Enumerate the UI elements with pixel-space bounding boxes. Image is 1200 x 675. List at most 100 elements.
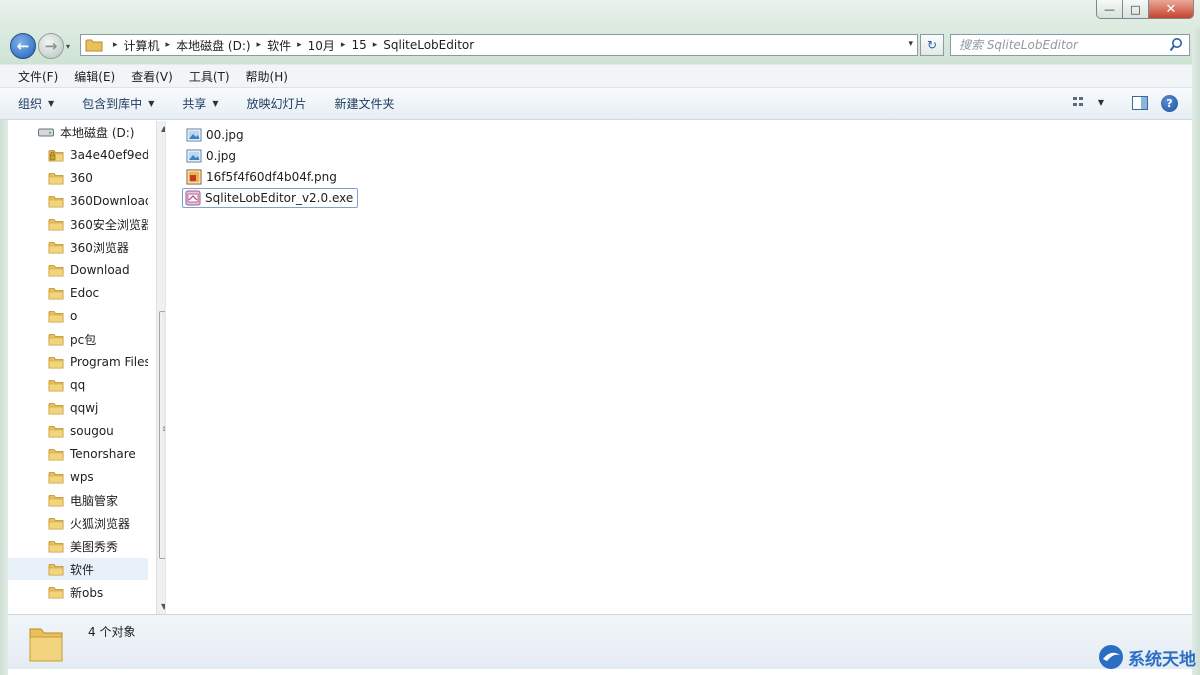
item-count: 4 个对象 (88, 625, 136, 639)
nav-item-folder[interactable]: 360Download (8, 190, 148, 212)
share-button[interactable]: 共享 ▼ (182, 95, 218, 112)
address-bar[interactable]: ▸ 计算机 ▸ 本地磁盘 (D:) ▸ 软件 ▸ 10月 ▸ 15 ▸ SqliteLobEditor… (80, 34, 918, 56)
menu-bar: 文件(F) 编辑(E) 查看(V) 工具(T) 帮助(H) (0, 64, 1200, 88)
search-box[interactable] (950, 34, 1190, 56)
folder-icon (48, 563, 64, 575)
nav-item-folder[interactable]: qq (8, 374, 148, 396)
breadcrumb-item[interactable]: 软件 (267, 37, 291, 54)
nav-item-folder[interactable]: Edoc (8, 282, 148, 304)
minimize-button[interactable]: — (1096, 0, 1123, 19)
breadcrumb-separator-icon[interactable]: ▸ (166, 40, 171, 50)
chevron-down-icon: ▼ (48, 99, 55, 108)
close-button[interactable]: ✕ (1149, 0, 1194, 19)
breadcrumb-item[interactable]: 10月 (308, 37, 335, 54)
nav-item-folder[interactable]: 电脑管家 (8, 489, 148, 511)
folder-icon (48, 241, 64, 253)
nav-item-folder[interactable]: 3a4e40ef9ed7 (8, 144, 148, 166)
file-item[interactable]: 00.jpg (184, 125, 248, 145)
folder-icon (48, 471, 64, 483)
recent-pages-dropdown[interactable]: ▾ (66, 42, 70, 51)
menu-view[interactable]: 查看(V) (123, 68, 181, 85)
share-label: 共享 (182, 97, 207, 111)
nav-item-folder[interactable]: 360浏览器 (8, 236, 148, 258)
breadcrumb-separator-icon[interactable]: ▸ (373, 40, 378, 50)
watermark: 系统天地 (1098, 642, 1196, 672)
folder-icon (48, 448, 64, 460)
scroll-down-icon[interactable]: ▼ (161, 602, 165, 611)
folder-icon (48, 586, 64, 598)
file-list: 00.jpg 0.jpg 16f5f4f60df4b04f.png SqliteLob… (168, 121, 1192, 614)
breadcrumb-separator-icon[interactable]: ▸ (113, 40, 118, 50)
nav-item-label: pc包 (70, 332, 97, 347)
organize-label: 组织 (18, 97, 43, 111)
nav-item-folder[interactable]: Tenorshare (8, 443, 148, 465)
nav-item-folder[interactable]: sougou (8, 420, 148, 442)
folder-icon (48, 333, 64, 345)
nav-item-label: 新obs (70, 585, 104, 600)
help-icon[interactable]: ? (1161, 95, 1178, 112)
menu-help[interactable]: 帮助(H) (238, 68, 296, 85)
folder-icon (48, 425, 64, 437)
nav-item-folder[interactable]: 火狐浏览器 (8, 512, 148, 534)
file-item[interactable]: 0.jpg (184, 146, 240, 166)
search-icon[interactable] (1169, 37, 1183, 53)
organize-button[interactable]: 组织 ▼ (18, 95, 54, 112)
breadcrumb-item[interactable]: 15 (351, 38, 366, 52)
nav-item-label: 3a4e40ef9ed7 (70, 148, 148, 162)
nav-item-label: 本地磁盘 (D:) (60, 125, 135, 140)
nav-item-folder[interactable]: pc包 (8, 328, 148, 350)
nav-item-folder[interactable]: Download (8, 259, 148, 281)
preview-pane-icon[interactable] (1132, 96, 1148, 110)
chevron-down-icon: ▼ (148, 99, 155, 108)
nav-pane-scrollbar[interactable]: ▲ ▼ (156, 121, 165, 614)
nav-item-folder[interactable]: 美图秀秀 (8, 535, 148, 557)
view-options-button[interactable]: ▼ (1072, 96, 1104, 108)
breadcrumb-separator-icon[interactable]: ▸ (341, 40, 346, 50)
menu-file[interactable]: 文件(F) (10, 68, 66, 85)
forward-button[interactable]: → (38, 33, 64, 59)
scroll-up-icon[interactable]: ▲ (161, 124, 165, 133)
nav-item-folder[interactable]: 新obs (8, 581, 148, 603)
command-bar: 组织 ▼ 包含到库中 ▼ 共享 ▼ 放映幻灯片 新建文件夹 ▼ ? (0, 88, 1200, 120)
menu-tools[interactable]: 工具(T) (181, 68, 238, 85)
breadcrumb-separator-icon[interactable]: ▸ (257, 40, 262, 50)
file-item[interactable]: 16f5f4f60df4b04f.png (184, 167, 341, 187)
new-folder-button[interactable]: 新建文件夹 (335, 95, 395, 112)
title-bar: — □ ✕ (0, 0, 1200, 28)
window-frame-right (1192, 28, 1200, 675)
breadcrumb-item[interactable]: SqliteLobEditor (383, 38, 474, 52)
file-item[interactable]: SqliteLobEditor_v2.0.exe (182, 188, 359, 208)
nav-item-folder[interactable]: 360安全浏览器 (8, 213, 148, 235)
nav-item-folder[interactable]: wps (8, 466, 148, 488)
nav-item-label: Program Files (70, 355, 148, 369)
folder-icon (48, 379, 64, 391)
folder-icon (85, 39, 103, 52)
nav-item-folder[interactable]: o (8, 305, 148, 327)
search-input[interactable] (959, 36, 1169, 54)
address-history-dropdown[interactable]: ▾ (908, 39, 913, 49)
slideshow-button[interactable]: 放映幻灯片 (247, 95, 307, 112)
nav-item-folder[interactable]: 软件 (8, 558, 148, 580)
breadcrumb-item[interactable]: 本地磁盘 (D:) (176, 37, 250, 54)
refresh-button[interactable]: ↻ (920, 34, 944, 56)
nav-item-folder[interactable]: 360 (8, 167, 148, 189)
jpg-image-icon (186, 149, 202, 163)
nav-item-drive-d[interactable]: 本地磁盘 (D:) (8, 121, 148, 143)
scrollbar-thumb[interactable] (159, 311, 165, 559)
view-grid-icon (1072, 97, 1083, 106)
include-in-library-button[interactable]: 包含到库中 ▼ (82, 95, 154, 112)
nav-item-label: 360 (70, 171, 93, 185)
back-button[interactable]: ← (10, 33, 36, 59)
breadcrumb-separator-icon[interactable]: ▸ (297, 40, 302, 50)
png-image-icon (186, 169, 202, 185)
breadcrumb-item[interactable]: 计算机 (124, 37, 160, 54)
nav-item-label: Tenorshare (70, 447, 136, 461)
maximize-button[interactable]: □ (1123, 0, 1149, 19)
folder-icon (48, 356, 64, 368)
menu-edit[interactable]: 编辑(E) (66, 68, 123, 85)
nav-item-label: sougou (70, 424, 114, 438)
nav-item-folder[interactable]: qqwj (8, 397, 148, 419)
file-name: 00.jpg (206, 128, 244, 142)
jpg-image-icon (186, 128, 202, 142)
nav-item-folder[interactable]: Program Files (8, 351, 148, 373)
